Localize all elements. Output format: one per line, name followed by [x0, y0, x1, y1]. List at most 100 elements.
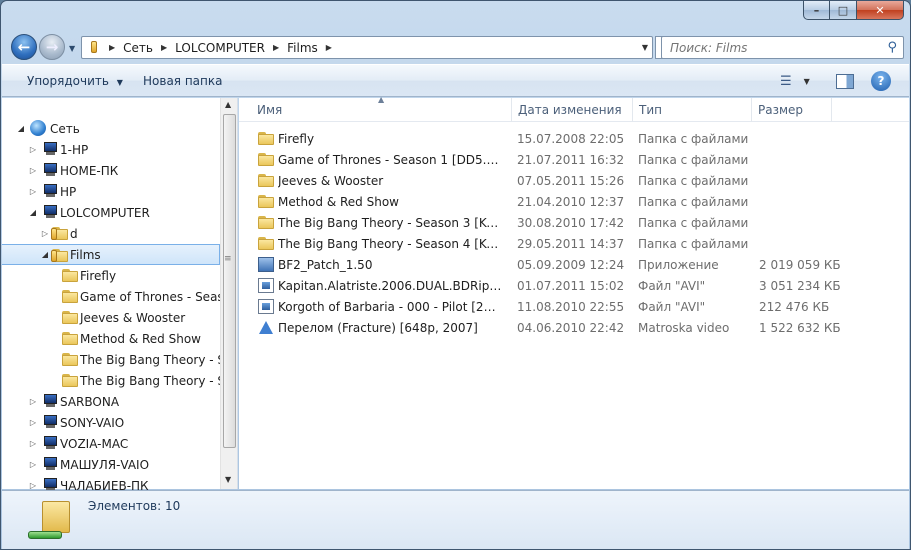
tree-item[interactable]: ▷ 1-HP — [2, 139, 222, 160]
column-size[interactable]: Размер — [758, 103, 803, 117]
breadcrumb-computer[interactable]: LOLCOMPUTER — [175, 41, 265, 55]
tree-item[interactable]: ▷ d — [2, 223, 222, 244]
search-input[interactable] — [670, 40, 880, 55]
file-row[interactable]: Korgoth of Barbaria - 000 - Pilot [2x2-F… — [239, 296, 909, 317]
collapse-arrow-icon[interactable]: ◢ — [28, 208, 38, 217]
tree-item[interactable]: ▷ SARBONA — [2, 391, 222, 412]
column-name[interactable]: Имя — [257, 103, 282, 117]
file-date: 15.07.2008 22:05 — [517, 131, 625, 146]
file-row[interactable]: Перелом (Fracture) [648p, 2007] 04.06.201… — [239, 317, 909, 338]
explorer-window: – □ ✕ ← → ▼ ▶ Сеть ▶ LOLCOMPUTER ▶ Films… — [0, 0, 911, 550]
new-folder-button[interactable]: Новая папка — [143, 74, 222, 88]
address-dropdown-icon[interactable]: ▼ — [642, 43, 648, 52]
application-icon — [258, 257, 274, 272]
expand-arrow-icon[interactable]: ▷ — [28, 166, 38, 175]
network-folder-icon — [28, 497, 74, 543]
address-folder-icon — [87, 40, 101, 55]
file-row[interactable]: Method & Red Show 21.04.2010 12:37 Папка с… — [239, 191, 909, 212]
matroska-icon — [258, 320, 274, 335]
tree-item[interactable]: ▷ SONY-VAIO — [2, 412, 222, 433]
tree-item[interactable]: The Big Bang Theory - Sea — [2, 370, 222, 391]
computer-icon — [42, 205, 58, 219]
back-button[interactable]: ← — [11, 34, 37, 60]
expand-arrow-icon[interactable]: ▷ — [28, 187, 38, 196]
computer-icon — [42, 163, 58, 177]
file-name: Method & Red Show — [278, 194, 399, 209]
tree-item[interactable]: ▷ HP — [2, 181, 222, 202]
forward-button[interactable]: → — [39, 34, 65, 60]
breadcrumb-network[interactable]: Сеть — [123, 41, 153, 55]
file-row[interactable]: Firefly 15.07.2008 22:05 Папка с файлами — [239, 128, 909, 149]
organize-button[interactable]: Упорядочить ▼ — [27, 74, 123, 88]
change-view-button[interactable]: ☰ ▼ — [780, 71, 810, 91]
tree-item-label: d — [70, 226, 78, 241]
scroll-up-arrow[interactable]: ▲ — [225, 100, 231, 109]
tree-item[interactable]: ▷ МАШУЛЯ-VAIO — [2, 454, 222, 475]
tree-item-label: Сеть — [50, 121, 80, 136]
column-type[interactable]: Тип — [639, 103, 662, 117]
search-icon[interactable]: ⚲ — [887, 40, 897, 55]
collapse-arrow-icon[interactable]: ◢ — [16, 124, 26, 133]
file-row[interactable]: BF2_Patch_1.50 05.09.2009 12:24 Приложение… — [239, 254, 909, 275]
breadcrumb-films[interactable]: Films — [287, 41, 318, 55]
file-type: Папка с файлами — [638, 215, 749, 230]
expand-arrow-icon[interactable]: ▷ — [28, 418, 38, 427]
minimize-button[interactable]: – — [803, 1, 830, 20]
column-divider[interactable] — [632, 98, 633, 122]
file-date: 11.08.2010 22:55 — [517, 299, 625, 314]
scroll-down-arrow[interactable]: ▼ — [225, 475, 231, 484]
file-row[interactable]: Game of Thrones - Season 1 [DD5.1] (Lost… — [239, 149, 909, 170]
tree-item[interactable]: Method & Red Show — [2, 328, 222, 349]
tree-item[interactable]: ◢ Сеть — [2, 118, 222, 139]
file-row[interactable]: Kapitan.Alatriste.2006.DUAL.BDRip.XviD.A… — [239, 275, 909, 296]
file-date: 30.08.2010 17:42 — [517, 215, 625, 230]
video-file-icon — [258, 299, 274, 314]
file-row[interactable]: The Big Bang Theory - Season 3 [Kuraj-Ba… — [239, 212, 909, 233]
recent-pages-dropdown[interactable]: ▼ — [69, 44, 75, 53]
column-date[interactable]: Дата изменения — [518, 103, 622, 117]
network-icon — [30, 120, 46, 136]
breadcrumb-separator[interactable]: ▶ — [326, 43, 332, 52]
file-type: Приложение — [638, 257, 719, 272]
navigation-scrollbar[interactable]: ▲ ≡ ▼ — [220, 98, 237, 489]
help-icon[interactable]: ? — [871, 71, 891, 91]
tree-item[interactable]: Firefly — [2, 265, 222, 286]
file-size: 3 051 234 КБ — [759, 278, 841, 293]
tree-item-label: VOZIA-MAC — [60, 436, 129, 451]
arrow-right-icon: → — [45, 38, 59, 56]
address-bar[interactable]: ▶ Сеть ▶ LOLCOMPUTER ▶ Films ▶ ▼ — [81, 36, 653, 59]
breadcrumb-separator[interactable]: ▶ — [161, 43, 167, 52]
item-count: Элементов: 10 — [88, 499, 181, 513]
column-divider[interactable] — [751, 98, 752, 122]
file-list-pane: ▲ Имя Дата изменения Тип Размер Firefly 1… — [239, 95, 909, 489]
column-headers: ▲ Имя Дата изменения Тип Размер — [239, 95, 909, 122]
folder-icon — [62, 352, 78, 366]
close-button[interactable]: ✕ — [857, 1, 904, 20]
search-box[interactable]: ⚲ — [661, 36, 904, 59]
tree-item[interactable]: ▷ HOME-ПК — [2, 160, 222, 181]
computer-icon — [42, 457, 58, 471]
tree-item[interactable]: Game of Thrones - Season — [2, 286, 222, 307]
breadcrumb-separator[interactable]: ▶ — [273, 43, 279, 52]
breadcrumb-separator[interactable]: ▶ — [109, 43, 115, 52]
expand-arrow-icon[interactable]: ▷ — [40, 229, 50, 238]
file-row[interactable]: Jeeves & Wooster 07.05.2011 15:26 Папка с … — [239, 170, 909, 191]
preview-pane-icon[interactable] — [836, 74, 854, 89]
expand-arrow-icon[interactable]: ▷ — [28, 460, 38, 469]
column-divider[interactable] — [831, 98, 832, 122]
expand-arrow-icon[interactable]: ▷ — [28, 481, 38, 490]
column-divider[interactable] — [511, 98, 512, 122]
tree-item[interactable]: Jeeves & Wooster — [2, 307, 222, 328]
file-date: 05.09.2009 12:24 — [517, 257, 625, 272]
maximize-button[interactable]: □ — [830, 1, 857, 20]
expand-arrow-icon[interactable]: ▷ — [28, 439, 38, 448]
tree-item[interactable]: ◢ Films — [2, 244, 220, 265]
expand-arrow-icon[interactable]: ▷ — [28, 397, 38, 406]
file-row[interactable]: The Big Bang Theory - Season 4 [Kuraj-Ba… — [239, 233, 909, 254]
expand-arrow-icon[interactable]: ▷ — [28, 145, 38, 154]
tree-item[interactable]: ◢ LOLCOMPUTER — [2, 202, 222, 223]
collapse-arrow-icon[interactable]: ◢ — [40, 250, 50, 259]
scrollbar-thumb[interactable] — [223, 114, 236, 448]
tree-item[interactable]: The Big Bang Theory - Sea — [2, 349, 222, 370]
tree-item[interactable]: ▷ VOZIA-MAC — [2, 433, 222, 454]
